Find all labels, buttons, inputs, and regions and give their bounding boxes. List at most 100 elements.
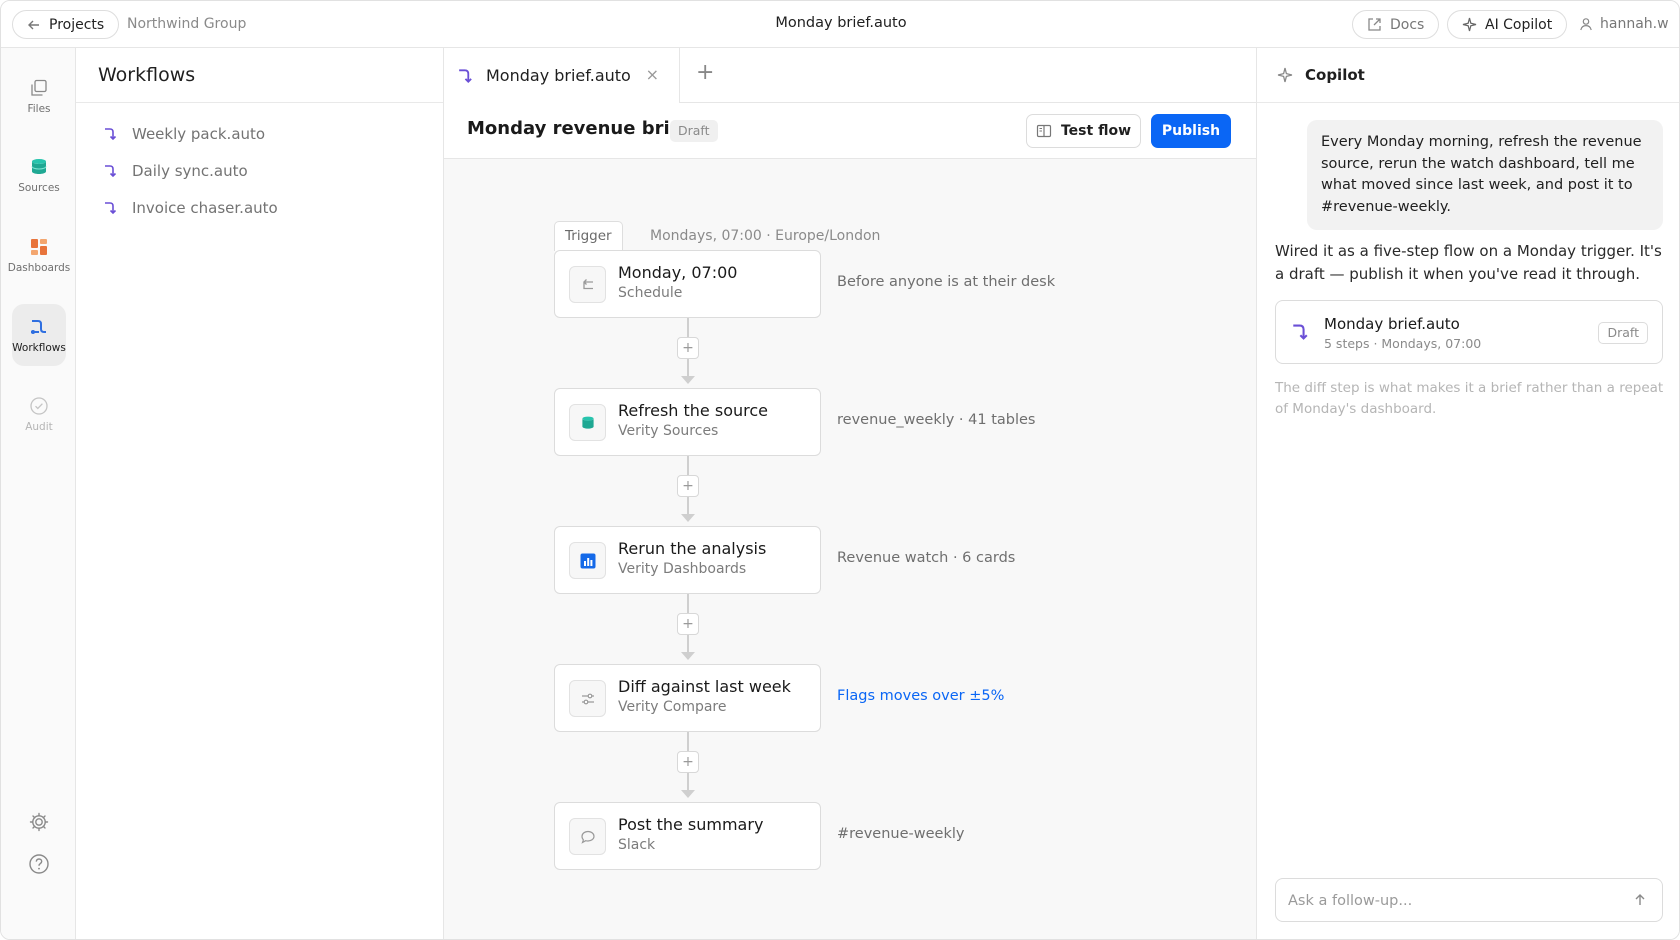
rail-item-sources[interactable]: Sources <box>12 144 66 206</box>
ai-copilot-label: AI Copilot <box>1485 16 1553 33</box>
user-message: Every Monday morning, refresh the revenu… <box>1307 120 1663 230</box>
add-step-button[interactable]: + <box>677 613 699 635</box>
ai-copilot-button[interactable]: AI Copilot <box>1447 10 1568 39</box>
docs-label: Docs <box>1390 16 1425 33</box>
nav-rail: Files Sources Dashboards Workflows Audit <box>1 48 76 939</box>
card-title: Monday brief.auto <box>1324 315 1460 333</box>
rail-label-sources: Sources <box>18 181 60 194</box>
step-title: Refresh the source <box>618 401 768 420</box>
status-badge: Draft <box>670 120 718 142</box>
followup-input[interactable] <box>1288 889 1608 913</box>
test-flow-button[interactable]: Test flow <box>1026 114 1141 148</box>
flow-step-rerun-analysis[interactable]: Rerun the analysis Verity Dashboards <box>554 526 821 594</box>
step-subtitle: Slack <box>618 837 656 853</box>
rail-item-files[interactable]: Files <box>12 65 66 127</box>
database-icon <box>569 404 606 441</box>
add-step-button[interactable]: + <box>677 475 699 497</box>
workflow-icon <box>105 128 117 141</box>
step-subtitle: Verity Compare <box>618 699 727 715</box>
add-step-button[interactable]: + <box>677 337 699 359</box>
sparkle-icon <box>1277 67 1293 83</box>
add-step-button[interactable]: + <box>677 751 699 773</box>
workflow-icon <box>105 202 117 215</box>
rail-item-audit[interactable]: Audit <box>12 383 66 445</box>
help-icon <box>29 854 49 874</box>
flow-reference-card[interactable]: Monday brief.auto 5 steps · Mondays, 07:… <box>1275 300 1663 364</box>
flow-step-diff[interactable]: Diff against last week Verity Compare <box>554 664 821 732</box>
user-icon <box>1580 18 1592 31</box>
flow-editor: Monday brief.auto × + Monday revenue bri… <box>444 48 1256 939</box>
copilot-title: Copilot <box>1305 66 1365 84</box>
step-subtitle: Verity Dashboards <box>618 561 747 577</box>
database-icon <box>31 158 47 174</box>
send-arrow-icon[interactable] <box>1632 892 1648 908</box>
help-button[interactable] <box>27 852 51 876</box>
connector-arrow <box>681 790 695 798</box>
connector-arrow <box>681 376 695 384</box>
rail-item-dashboards[interactable]: Dashboards <box>8 224 70 286</box>
user-menu[interactable]: hannah.w <box>1579 16 1669 32</box>
step-note: #revenue-weekly <box>837 826 965 842</box>
card-subtitle: 5 steps · Mondays, 07:00 <box>1324 336 1482 351</box>
rail-label-audit: Audit <box>25 420 53 433</box>
step-title: Post the summary <box>618 815 764 834</box>
rail-label-files: Files <box>27 102 51 115</box>
flow-step-post-summary[interactable]: Post the summary Slack <box>554 802 821 870</box>
workflows-panel: Workflows Weekly pack.auto Daily sync.au… <box>76 48 444 939</box>
chart-icon <box>569 542 606 579</box>
flow-step-refresh-source[interactable]: Refresh the source Verity Sources <box>554 388 821 456</box>
workflow-icon <box>459 68 472 83</box>
copilot-header: Copilot <box>1257 48 1679 103</box>
test-flow-label: Test flow <box>1060 123 1131 139</box>
close-tab-icon[interactable]: × <box>646 65 659 84</box>
settings-icon <box>29 812 49 832</box>
flow-title: Monday revenue brief <box>467 118 690 139</box>
workflow-item-weekly-pack[interactable]: Weekly pack.auto <box>104 122 265 146</box>
workflow-icon <box>1293 324 1308 340</box>
rail-item-workflows[interactable]: Workflows <box>12 304 66 366</box>
settings-button[interactable] <box>27 810 51 834</box>
schedule-icon <box>569 266 606 303</box>
step-note: Before anyone is at their desk <box>837 274 1056 290</box>
step-note-link[interactable]: Flags moves over ±5% <box>837 688 1004 704</box>
top-bar: Projects Northwind Group Monday brief.au… <box>1 1 1679 48</box>
workflows-panel-title: Workflows <box>76 48 443 103</box>
step-title: Rerun the analysis <box>618 539 767 558</box>
dashboard-icon <box>31 238 47 255</box>
trigger-tag: Trigger <box>554 221 623 251</box>
trigger-info: Mondays, 07:00 · Europe/London <box>650 228 881 244</box>
flow-canvas: Trigger Mondays, 07:00 · Europe/London M… <box>444 159 1256 939</box>
step-subtitle: Schedule <box>618 285 683 301</box>
card-status-badge: Draft <box>1598 322 1648 344</box>
app-window: Projects Northwind Group Monday brief.au… <box>0 0 1680 940</box>
step-title: Monday, 07:00 <box>618 263 738 282</box>
publish-button[interactable]: Publish <box>1151 114 1231 148</box>
tab-label: Monday brief.auto <box>486 66 631 85</box>
split-view-icon <box>1036 124 1052 138</box>
workflow-item-invoice-chaser[interactable]: Invoice chaser.auto <box>104 196 278 220</box>
username: hannah.w <box>1600 16 1669 32</box>
rail-label-workflows: Workflows <box>12 341 66 354</box>
check-circle-icon <box>30 396 48 415</box>
external-link-icon <box>1368 18 1381 31</box>
docs-button[interactable]: Docs <box>1352 10 1440 39</box>
add-tab-button[interactable]: + <box>696 60 714 85</box>
flow-step-schedule[interactable]: Monday, 07:00 Schedule <box>554 250 821 318</box>
workflow-item-daily-sync[interactable]: Daily sync.auto <box>104 159 248 183</box>
step-subtitle: Verity Sources <box>618 423 719 439</box>
step-note: revenue_weekly · 41 tables <box>837 412 1036 428</box>
workflow-item-label: Weekly pack.auto <box>132 125 266 143</box>
editor-header: Monday revenue brief Draft Test flow Pub… <box>444 103 1256 159</box>
connector-arrow <box>681 514 695 522</box>
chat-bubble-icon <box>569 818 606 855</box>
assistant-note: The diff step is what makes it a brief r… <box>1275 380 1664 417</box>
workflow-icon <box>31 319 46 334</box>
assistant-message: Wired it as a five-step flow on a Monday… <box>1275 242 1662 283</box>
workflow-item-label: Invoice chaser.auto <box>132 199 278 217</box>
step-note: Revenue watch · 6 cards <box>837 550 1016 566</box>
workflow-icon <box>105 165 117 178</box>
tab-monday-brief[interactable]: Monday brief.auto × <box>444 48 680 103</box>
connector-arrow <box>681 652 695 660</box>
step-title: Diff against last week <box>618 677 791 696</box>
sparkle-icon <box>1462 17 1477 32</box>
